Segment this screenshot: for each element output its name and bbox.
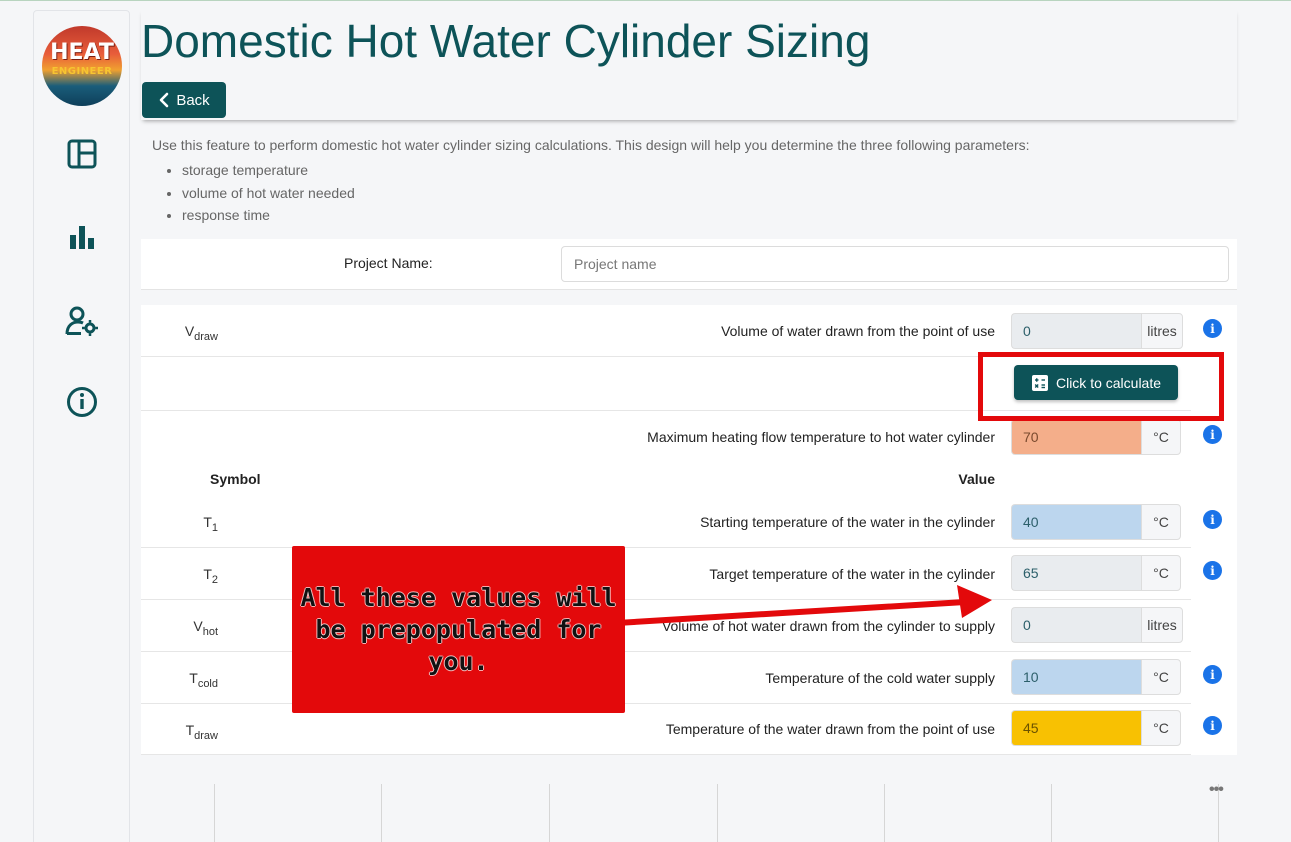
vdraw-row: Vdraw Volume of water drawn from the poi… <box>141 305 1222 357</box>
t1-input[interactable] <box>1011 504 1142 540</box>
t2-unit: °C <box>1141 555 1181 591</box>
max-flow-unit: °C <box>1141 419 1181 455</box>
project-name-label: Project Name: <box>344 255 433 271</box>
tdraw-description: Temperature of the water drawn from the … <box>665 721 995 737</box>
sidebar: HEAT ENGINEER <box>33 10 130 842</box>
info-icon[interactable]: i <box>1203 716 1222 735</box>
list-item: storage temperature <box>182 159 1232 182</box>
bar-chart-icon[interactable] <box>64 219 100 255</box>
divider <box>381 784 382 842</box>
list-item: volume of hot water needed <box>182 182 1232 205</box>
t2-input[interactable] <box>1011 555 1142 591</box>
user-settings-icon[interactable] <box>64 303 100 339</box>
info-icon[interactable]: i <box>1203 510 1222 529</box>
tdraw-input[interactable] <box>1011 710 1142 746</box>
t1-symbol: T1 <box>203 514 218 534</box>
project-name-row: Project Name: <box>141 239 1237 290</box>
divider <box>1051 784 1052 842</box>
vhot-unit: litres <box>1141 607 1183 643</box>
back-label: Back <box>176 91 210 109</box>
info-icon[interactable]: i <box>1203 561 1222 580</box>
annotation-highlight-box <box>978 352 1224 421</box>
divider <box>214 784 215 842</box>
divider <box>717 784 718 842</box>
page-header: Domestic Hot Water Cylinder Sizing Back <box>141 9 1237 120</box>
info-icon[interactable]: i <box>1203 319 1222 338</box>
info-icon[interactable]: i <box>1203 665 1222 684</box>
t1-unit: °C <box>1141 504 1181 540</box>
t2-symbol: T2 <box>203 566 218 586</box>
heat-engineer-logo[interactable]: HEAT ENGINEER <box>42 26 122 106</box>
symbol-header: Symbol <box>210 471 261 487</box>
intro-bullets: storage temperature volume of hot water … <box>152 159 1232 227</box>
list-item: response time <box>182 204 1232 227</box>
max-flow-description: Maximum heating flow temperature to hot … <box>647 429 995 445</box>
vdraw-description: Volume of water drawn from the point of … <box>721 323 995 339</box>
info-icon[interactable]: i <box>1203 425 1222 444</box>
annotation-arrow-icon <box>600 585 992 627</box>
divider <box>549 784 550 842</box>
vhot-input[interactable] <box>1011 607 1142 643</box>
annotation-callout: All these values will be prepopulated fo… <box>292 546 625 713</box>
logo-line2: ENGINEER <box>51 66 113 77</box>
intro-text-block: Use this feature to perform domestic hot… <box>152 136 1232 227</box>
t1-row: T1 Starting temperature of the water in … <box>141 496 1222 548</box>
tdraw-unit: °C <box>1141 710 1181 746</box>
tcold-input[interactable] <box>1011 659 1142 695</box>
vdraw-input[interactable] <box>1011 313 1142 349</box>
chevron-left-icon <box>160 92 169 108</box>
layout-icon[interactable] <box>64 136 100 172</box>
info-circle-icon[interactable] <box>64 384 100 420</box>
tcold-symbol: Tcold <box>189 670 218 690</box>
t1-description: Starting temperature of the water in the… <box>700 514 995 530</box>
vhot-symbol: Vhot <box>193 618 218 638</box>
tcold-unit: °C <box>1141 659 1181 695</box>
intro-description: Use this feature to perform domestic hot… <box>152 137 1030 153</box>
back-button[interactable]: Back <box>142 82 226 118</box>
page-title: Domestic Hot Water Cylinder Sizing <box>141 15 871 67</box>
vdraw-unit: litres <box>1141 313 1183 349</box>
tcold-description: Temperature of the cold water supply <box>765 670 995 686</box>
max-flow-input[interactable] <box>1011 419 1142 455</box>
logo-line1: HEAT <box>50 40 114 65</box>
project-name-input[interactable] <box>561 246 1229 282</box>
value-header: Value <box>958 471 995 487</box>
tdraw-symbol: Tdraw <box>185 722 218 742</box>
vdraw-symbol: Vdraw <box>184 323 218 343</box>
more-options-icon[interactable]: ••• <box>1209 781 1224 799</box>
divider <box>884 784 885 842</box>
